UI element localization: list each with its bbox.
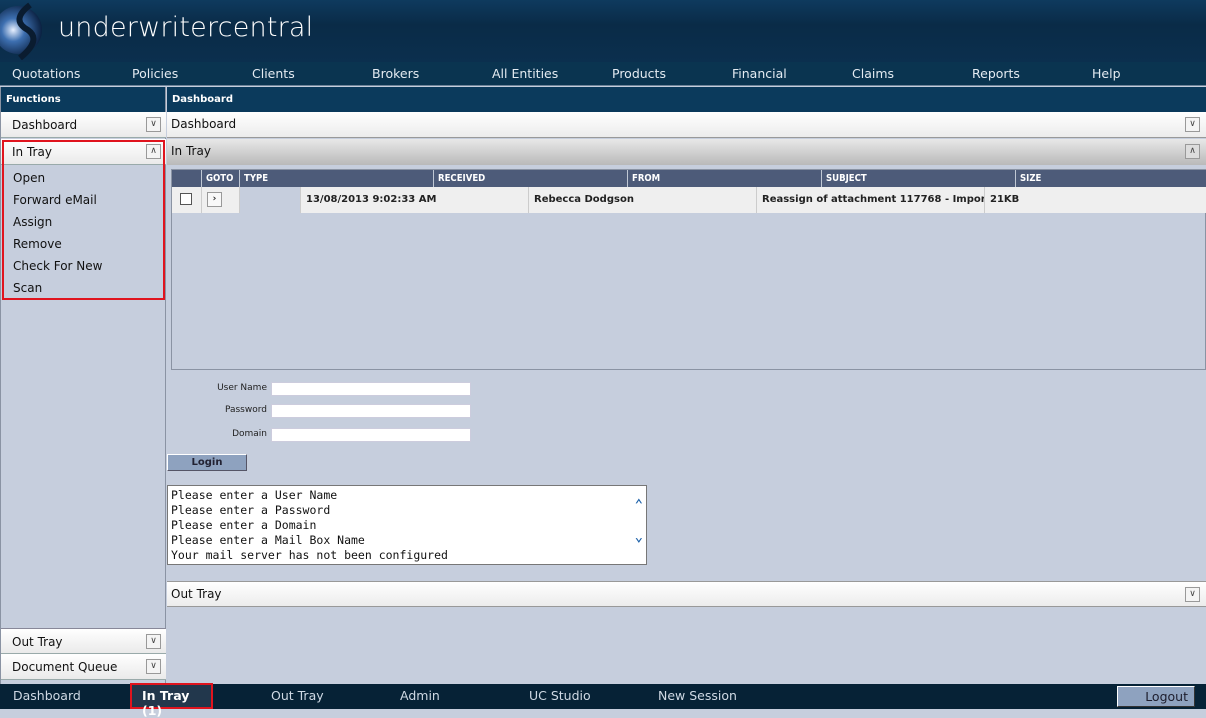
message-box[interactable]: Please enter a User Name Please enter a … bbox=[167, 485, 647, 565]
chevron-down-icon[interactable]: ∨ bbox=[1185, 587, 1200, 602]
nav-products[interactable]: Products bbox=[612, 66, 666, 81]
in-tray-bar-label: In Tray bbox=[171, 144, 211, 158]
nav-clients[interactable]: Clients bbox=[252, 66, 295, 81]
message-line: Please enter a Password bbox=[171, 503, 331, 517]
chevron-up-icon[interactable]: ∧ bbox=[1185, 144, 1200, 159]
nav-policies[interactable]: Policies bbox=[132, 66, 178, 81]
row-checkbox[interactable] bbox=[180, 193, 192, 205]
col-size[interactable]: SIZE bbox=[1016, 170, 1206, 187]
domain-label: Domain bbox=[232, 429, 267, 439]
nav-all-entities[interactable]: All Entities bbox=[492, 66, 558, 81]
from-cell: Rebecca Dodgson bbox=[529, 187, 757, 213]
logout-button[interactable]: Logout bbox=[1117, 686, 1195, 707]
col-from[interactable]: FROM bbox=[628, 170, 822, 187]
user-name-input[interactable] bbox=[271, 382, 471, 396]
chevron-down-icon[interactable]: ∨ bbox=[146, 117, 161, 132]
dashboard-bar-label: Dashboard bbox=[171, 117, 237, 131]
main-nav: Quotations Policies Clients Brokers All … bbox=[0, 62, 1206, 86]
col-subject[interactable]: SUBJECT bbox=[822, 170, 1016, 187]
goto-arrow-icon[interactable]: › bbox=[207, 192, 222, 207]
tab-admin[interactable]: Admin bbox=[400, 688, 440, 703]
tab-in-tray[interactable]: In Tray (1) bbox=[130, 683, 213, 718]
subject-cell: Reassign of attachment 117768 - Importan… bbox=[757, 187, 985, 213]
row-checkbox-cell bbox=[172, 187, 202, 213]
domain-input[interactable] bbox=[271, 428, 471, 442]
sidebar-document-queue-label: Document Queue bbox=[12, 660, 118, 674]
chevron-down-icon[interactable]: ∨ bbox=[146, 634, 161, 649]
login-button[interactable]: Login bbox=[167, 454, 247, 471]
out-tray-bar-label: Out Tray bbox=[171, 587, 222, 601]
type-cell bbox=[240, 187, 301, 213]
password-label: Password bbox=[224, 405, 267, 415]
password-input[interactable] bbox=[271, 404, 471, 418]
dashboard-bar[interactable]: Dashboard ∨ bbox=[167, 112, 1206, 138]
col-type[interactable]: TYPE bbox=[240, 170, 434, 187]
user-name-label: User Name bbox=[217, 383, 267, 393]
message-line: Your mail server has not been configured bbox=[171, 548, 448, 562]
tab-new-session[interactable]: New Session bbox=[658, 688, 737, 703]
chevron-down-icon[interactable]: ∨ bbox=[1185, 117, 1200, 132]
tab-out-tray[interactable]: Out Tray bbox=[271, 688, 324, 703]
chevron-down-icon[interactable]: ∨ bbox=[146, 659, 161, 674]
out-tray-bar[interactable]: Out Tray ∨ bbox=[167, 581, 1206, 607]
in-tray-bar[interactable]: In Tray ∧ bbox=[167, 139, 1206, 165]
sidebar-dashboard[interactable]: Dashboard ∨ bbox=[1, 112, 166, 138]
nav-reports[interactable]: Reports bbox=[972, 66, 1020, 81]
functions-header: Functions bbox=[1, 87, 165, 112]
size-cell: 21KB bbox=[985, 187, 1206, 213]
nav-claims[interactable]: Claims bbox=[852, 66, 894, 81]
message-line: Please enter a Mail Box Name bbox=[171, 533, 365, 547]
sidebar-document-queue[interactable]: Document Queue ∨ bbox=[1, 654, 166, 680]
sidebar-dashboard-label: Dashboard bbox=[12, 118, 78, 132]
message-line: Please enter a User Name bbox=[171, 488, 338, 502]
in-tray-highlight bbox=[2, 140, 165, 300]
scroll-down-icon[interactable]: ⌄ bbox=[635, 530, 643, 545]
logo-icon bbox=[0, 2, 42, 60]
message-line: Please enter a Domain bbox=[171, 518, 317, 532]
nav-quotations[interactable]: Quotations bbox=[12, 66, 80, 81]
col-goto[interactable]: GOTO bbox=[202, 170, 240, 187]
in-tray-table: GOTO TYPE RECEIVED FROM SUBJECT SIZE › 1… bbox=[171, 169, 1206, 370]
tab-dashboard[interactable]: Dashboard bbox=[13, 688, 81, 703]
col-received[interactable]: RECEIVED bbox=[434, 170, 628, 187]
sidebar-out-tray-label: Out Tray bbox=[12, 635, 63, 649]
dashboard-header: Dashboard bbox=[167, 87, 1206, 112]
app-header: underwritercentral bbox=[0, 0, 1206, 62]
main-panel: Dashboard Dashboard ∨ In Tray ∧ GOTO TYPE … bbox=[167, 87, 1206, 684]
goto-cell: › bbox=[202, 187, 240, 213]
nav-help[interactable]: Help bbox=[1092, 66, 1121, 81]
sidebar-out-tray[interactable]: Out Tray ∨ bbox=[1, 628, 166, 654]
scroll-up-icon[interactable]: ⌃ bbox=[635, 498, 643, 513]
tab-uc-studio[interactable]: UC Studio bbox=[529, 688, 591, 703]
col-select bbox=[172, 170, 202, 187]
app-title: underwritercentral bbox=[58, 12, 314, 43]
nav-financial[interactable]: Financial bbox=[732, 66, 787, 81]
received-cell: 13/08/2013 9:02:33 AM bbox=[301, 187, 529, 213]
nav-brokers[interactable]: Brokers bbox=[372, 66, 419, 81]
